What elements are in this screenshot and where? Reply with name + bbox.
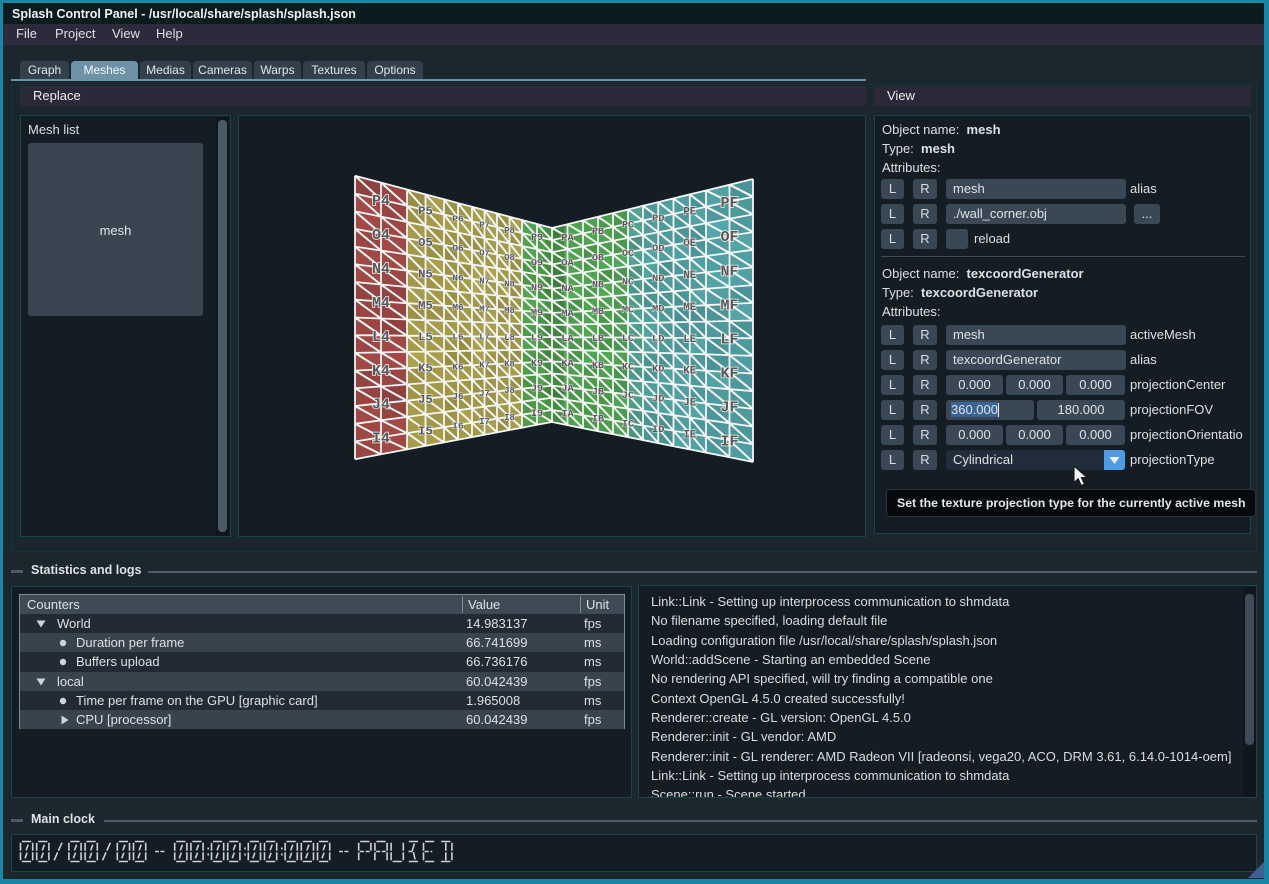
svg-text:I6: I6 — [452, 420, 464, 431]
svg-text:LB: LB — [592, 334, 604, 345]
svg-text:J5: J5 — [418, 393, 433, 407]
svg-text:PF: PF — [720, 195, 738, 212]
svg-text:J7: J7 — [479, 389, 490, 399]
svg-text:O9: O9 — [531, 258, 543, 269]
svg-text:L9: L9 — [531, 334, 543, 345]
svg-text:JE: JE — [683, 398, 697, 410]
svg-text:P6: P6 — [452, 213, 464, 224]
svg-text:OF: OF — [720, 229, 738, 246]
svg-text:NB: NB — [592, 280, 604, 291]
svg-text:M6: M6 — [452, 302, 464, 313]
svg-text:PD: PD — [652, 213, 664, 225]
svg-text:NF: NF — [720, 263, 738, 280]
svg-text:KD: KD — [652, 364, 664, 376]
svg-text:JC: JC — [622, 391, 634, 402]
svg-text:ND: ND — [652, 273, 664, 285]
svg-text:PE: PE — [683, 206, 697, 218]
svg-text:JA: JA — [561, 383, 574, 395]
svg-text:M7: M7 — [479, 305, 490, 315]
svg-text:KC: KC — [622, 363, 634, 374]
svg-text:N7: N7 — [479, 277, 490, 287]
svg-text:I9: I9 — [531, 409, 543, 420]
svg-text:JD: JD — [652, 394, 664, 406]
svg-text:MC: MC — [622, 306, 634, 317]
svg-text:P4: P4 — [372, 193, 390, 210]
svg-text:IB: IB — [592, 414, 604, 425]
svg-text:P7: P7 — [479, 220, 490, 230]
svg-text:LC: LC — [622, 334, 634, 345]
svg-text:L4: L4 — [372, 329, 390, 346]
svg-text:MF: MF — [720, 297, 738, 314]
svg-text:OB: OB — [592, 254, 604, 265]
svg-text:K6: K6 — [452, 361, 464, 372]
svg-text:KE: KE — [683, 366, 697, 378]
svg-text:I5: I5 — [418, 425, 433, 439]
svg-text:KF: KF — [720, 366, 738, 383]
svg-text:K8: K8 — [504, 360, 515, 370]
svg-text:NA: NA — [561, 283, 574, 295]
svg-text:K7: K7 — [479, 361, 490, 371]
svg-text:K5: K5 — [418, 362, 433, 376]
svg-text:OD: OD — [652, 243, 664, 255]
svg-text:OA: OA — [561, 258, 574, 270]
svg-text:O7: O7 — [479, 248, 490, 258]
svg-text:M9: M9 — [531, 309, 543, 320]
svg-text:KA: KA — [561, 358, 574, 370]
svg-text:N6: N6 — [452, 273, 464, 284]
svg-text:OE: OE — [683, 238, 697, 250]
svg-text:I8: I8 — [504, 413, 515, 423]
svg-text:IE: IE — [683, 429, 697, 441]
svg-text:IF: IF — [720, 434, 738, 451]
svg-text:M4: M4 — [372, 295, 390, 312]
svg-text:L5: L5 — [418, 330, 433, 344]
svg-text:I7: I7 — [479, 417, 490, 427]
svg-text:N9: N9 — [531, 283, 543, 294]
svg-text:L7: L7 — [479, 333, 490, 343]
svg-text:O5: O5 — [418, 236, 433, 250]
svg-text:P8: P8 — [504, 226, 515, 236]
svg-text:J4: J4 — [372, 397, 390, 414]
svg-text:O4: O4 — [372, 227, 390, 244]
svg-text:NE: NE — [683, 270, 697, 282]
svg-text:PB: PB — [592, 227, 604, 238]
svg-text:PC: PC — [622, 220, 634, 231]
svg-text:M5: M5 — [418, 299, 433, 313]
svg-text:JB: JB — [592, 388, 604, 399]
svg-text:LF: LF — [720, 331, 738, 348]
svg-text:MA: MA — [561, 308, 574, 320]
svg-text:KB: KB — [592, 361, 604, 372]
svg-text:IA: IA — [561, 408, 574, 420]
svg-text:IC: IC — [622, 420, 634, 431]
svg-text:N5: N5 — [418, 267, 433, 281]
svg-text:ID: ID — [652, 424, 664, 436]
svg-text:K9: K9 — [531, 359, 543, 370]
svg-text:J6: J6 — [452, 391, 464, 402]
svg-text:NC: NC — [622, 277, 634, 288]
svg-text:I4: I4 — [372, 431, 390, 448]
svg-text:M8: M8 — [504, 306, 515, 316]
svg-text:LD: LD — [652, 333, 664, 345]
svg-text:N8: N8 — [504, 280, 515, 290]
svg-text:LA: LA — [561, 333, 574, 345]
svg-text:OC: OC — [622, 249, 634, 260]
svg-text:MD: MD — [652, 303, 664, 315]
svg-text:LE: LE — [683, 334, 697, 346]
svg-text:L6: L6 — [452, 332, 464, 343]
svg-text:P5: P5 — [418, 205, 433, 219]
svg-text:J9: J9 — [531, 384, 543, 395]
svg-text:ME: ME — [683, 302, 697, 314]
svg-text:PA: PA — [561, 233, 574, 245]
svg-text:L8: L8 — [504, 333, 515, 343]
svg-text:P9: P9 — [531, 233, 543, 244]
svg-text:N4: N4 — [372, 261, 390, 278]
svg-text:O8: O8 — [504, 253, 515, 263]
svg-text:MB: MB — [592, 307, 604, 318]
svg-text:K4: K4 — [372, 363, 390, 380]
svg-text:O6: O6 — [452, 243, 464, 254]
svg-text:J8: J8 — [504, 386, 515, 396]
svg-text:JF: JF — [720, 400, 738, 417]
